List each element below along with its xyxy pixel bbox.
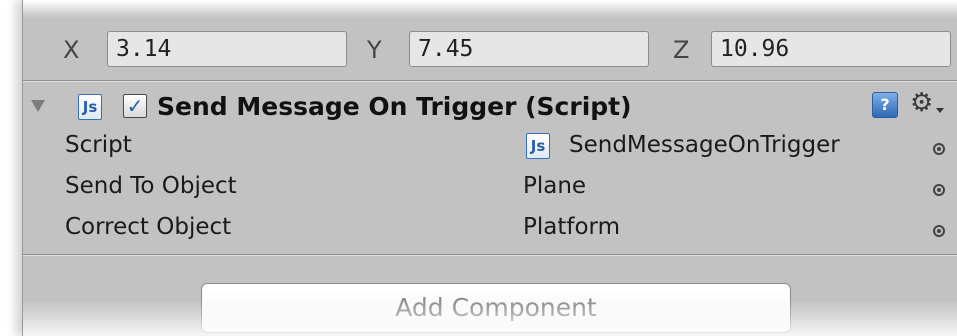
- js-script-icon: Js: [78, 94, 102, 120]
- help-icon[interactable]: ?: [872, 92, 898, 118]
- script-label: Script: [65, 132, 132, 158]
- add-component-button[interactable]: Add Component: [201, 283, 791, 333]
- script-field[interactable]: SendMessageOnTrigger: [569, 132, 840, 158]
- screenshot-frame: X 3.14 Y 7.45 Z 10.96 Js ✓ Send Message …: [0, 0, 957, 336]
- inspector-panel: X 3.14 Y 7.45 Z 10.96 Js ✓ Send Message …: [22, 0, 957, 336]
- top-fade: [23, 0, 957, 30]
- correct-object-field[interactable]: Platform: [523, 214, 620, 240]
- y-label: Y: [367, 36, 382, 64]
- gear-icon[interactable]: ⚙: [910, 88, 933, 118]
- object-picker-icon[interactable]: [933, 143, 945, 155]
- send-to-object-label: Send To Object: [65, 173, 237, 199]
- gear-dropdown-caret-icon: [936, 108, 944, 113]
- separator-highlight: [23, 81, 957, 82]
- object-picker-icon[interactable]: [933, 184, 945, 196]
- z-input[interactable]: 10.96: [711, 31, 951, 67]
- separator-highlight: [23, 255, 957, 256]
- x-label: X: [63, 36, 80, 64]
- foldout-arrow-icon[interactable]: [31, 100, 45, 112]
- x-input[interactable]: 3.14: [107, 31, 347, 67]
- correct-object-label: Correct Object: [65, 214, 232, 240]
- js-script-icon: Js: [526, 133, 550, 159]
- z-label: Z: [673, 36, 690, 64]
- object-picker-icon[interactable]: [933, 225, 945, 237]
- y-input[interactable]: 7.45: [409, 31, 649, 67]
- enabled-checkbox[interactable]: ✓: [123, 94, 147, 118]
- component-title: Send Message On Trigger (Script): [157, 92, 632, 121]
- send-to-object-field[interactable]: Plane: [523, 173, 586, 199]
- component-header[interactable]: Js ✓ Send Message On Trigger (Script) ? …: [23, 88, 957, 128]
